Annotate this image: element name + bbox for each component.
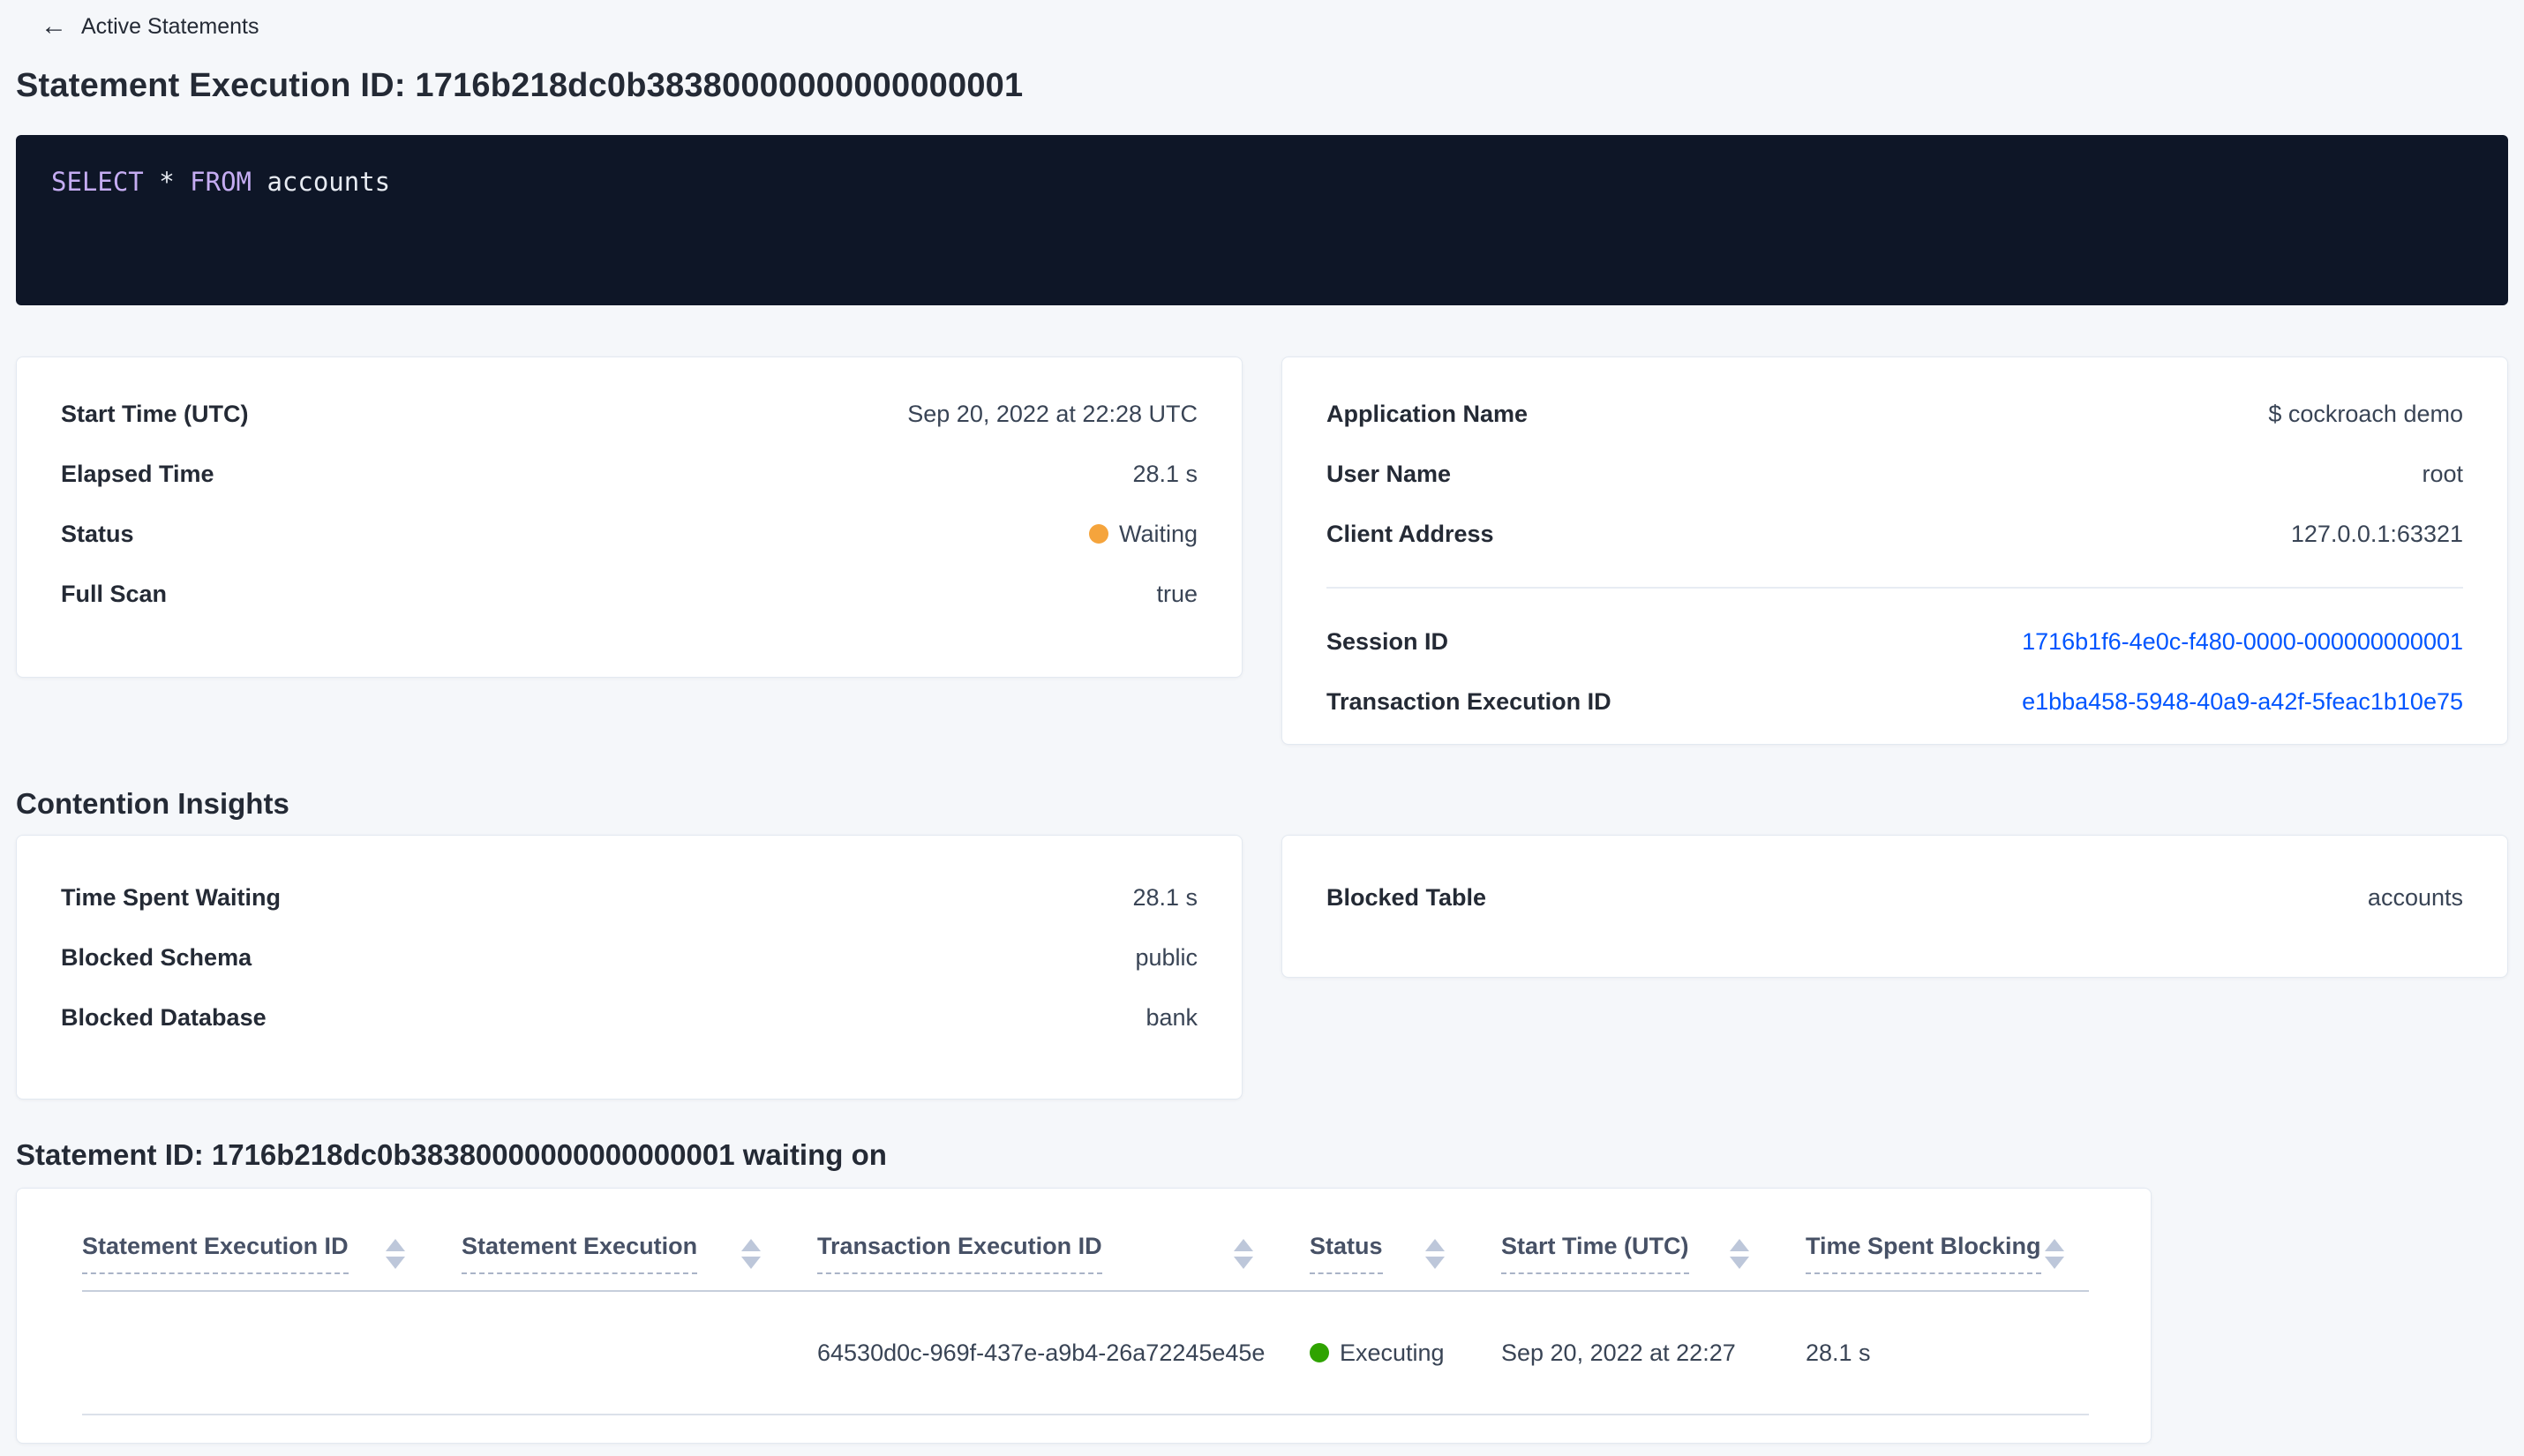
elapsed-time-value: 28.1 s bbox=[1132, 460, 1198, 487]
column-header-label: Start Time (UTC) bbox=[1501, 1233, 1689, 1274]
cell-status-value: Executing bbox=[1340, 1339, 1445, 1366]
statement-details-page: ← Active Statements Statement Execution … bbox=[0, 0, 2524, 1444]
full-scan-label: Full Scan bbox=[61, 580, 168, 607]
cell-time-spent-blocking: 28.1 s bbox=[1806, 1339, 1871, 1366]
blocked-table-label: Blocked Table bbox=[1326, 883, 1487, 911]
start-time-value: Sep 20, 2022 at 22:28 UTC bbox=[907, 400, 1198, 427]
transaction-execution-id-label: Transaction Execution ID bbox=[1326, 687, 1611, 715]
column-header-transaction-execution-id[interactable]: Transaction Execution ID bbox=[817, 1233, 1310, 1274]
sort-arrows-icon[interactable] bbox=[741, 1238, 761, 1269]
column-header-status[interactable]: Status bbox=[1310, 1233, 1501, 1274]
session-card: Application Name $ cockroach demo User N… bbox=[1281, 356, 2508, 745]
sort-arrows-icon[interactable] bbox=[1425, 1238, 1445, 1269]
table-row: 64530d0c-969f-437e-a9b4-26a72245e45e Exe… bbox=[82, 1292, 2089, 1415]
contention-cards-row: Time Spent Waiting 28.1 s Blocked Schema… bbox=[16, 835, 2508, 1100]
sort-arrows-icon[interactable] bbox=[1730, 1238, 1749, 1269]
executing-status-dot-icon bbox=[1310, 1343, 1329, 1362]
start-time-row: Start Time (UTC) Sep 20, 2022 at 22:28 U… bbox=[61, 384, 1198, 444]
waiting-status-dot-icon bbox=[1088, 524, 1108, 544]
session-card-divider bbox=[1326, 587, 2463, 589]
contention-insights-heading: Contention Insights bbox=[16, 787, 289, 820]
transaction-execution-id-row: Transaction Execution ID e1bba458-5948-4… bbox=[1326, 672, 2463, 732]
sql-keyword: SELECT bbox=[51, 167, 144, 197]
cell-start-time: Sep 20, 2022 at 22:27 bbox=[1501, 1339, 1736, 1366]
client-address-label: Client Address bbox=[1326, 520, 1494, 547]
user-name-value: root bbox=[2422, 460, 2463, 487]
waiting-on-heading: Statement ID: 1716b218dc0b38380000000000… bbox=[16, 1138, 887, 1171]
back-link[interactable]: ← Active Statements bbox=[41, 9, 2508, 44]
application-name-value: $ cockroach demo bbox=[2268, 400, 2463, 427]
contention-left-card: Time Spent Waiting 28.1 s Blocked Schema… bbox=[16, 835, 1243, 1100]
sort-arrows-icon[interactable] bbox=[386, 1238, 405, 1269]
status-value: Waiting bbox=[1118, 520, 1198, 547]
sql-statement-box: SELECT * FROM accounts bbox=[16, 135, 2508, 305]
user-name-row: User Name root bbox=[1326, 444, 2463, 504]
time-spent-waiting-value: 28.1 s bbox=[1132, 883, 1198, 911]
elapsed-time-row: Elapsed Time 28.1 s bbox=[61, 444, 1198, 504]
full-scan-row: Full Scan true bbox=[61, 564, 1198, 624]
page-title: Statement Execution ID: 1716b218dc0b3838… bbox=[16, 67, 1024, 104]
blocked-database-value: bank bbox=[1146, 1003, 1198, 1031]
elapsed-time-label: Elapsed Time bbox=[61, 460, 214, 487]
blocked-table-row: Blocked Table accounts bbox=[1326, 867, 2463, 927]
column-header-label: Statement Execution ID bbox=[82, 1233, 349, 1274]
column-header-label: Status bbox=[1310, 1233, 1383, 1274]
column-header-statement-execution[interactable]: Statement Execution bbox=[462, 1233, 817, 1274]
blocked-schema-row: Blocked Schema public bbox=[61, 927, 1198, 987]
session-id-link[interactable]: 1716b1f6-4e0c-f480-0000-000000000001 bbox=[2022, 628, 2463, 656]
application-name-label: Application Name bbox=[1326, 400, 1529, 427]
start-time-label: Start Time (UTC) bbox=[61, 400, 249, 427]
time-spent-waiting-label: Time Spent Waiting bbox=[61, 883, 282, 911]
back-link-label: Active Statements bbox=[81, 13, 259, 39]
client-address-value: 127.0.0.1:63321 bbox=[2290, 520, 2463, 547]
sort-arrows-icon[interactable] bbox=[2045, 1238, 2064, 1269]
status-label: Status bbox=[61, 520, 134, 547]
session-id-label: Session ID bbox=[1326, 627, 1449, 655]
sql-text: accounts bbox=[252, 167, 391, 197]
sql-text: * bbox=[143, 167, 191, 197]
cell-status: Executing bbox=[1310, 1340, 1501, 1367]
waiting-on-table: Statement Execution ID Statement Executi… bbox=[16, 1188, 2152, 1444]
back-arrow-icon: ← bbox=[41, 11, 67, 41]
column-header-time-spent-blocking[interactable]: Time Spent Blocking bbox=[1806, 1233, 2089, 1274]
blocked-database-label: Blocked Database bbox=[61, 1003, 267, 1031]
transaction-execution-id-link[interactable]: e1bba458-5948-40a9-a42f-5feac1b10e75 bbox=[2022, 688, 2463, 716]
overview-cards-row: Start Time (UTC) Sep 20, 2022 at 22:28 U… bbox=[16, 356, 2508, 745]
column-header-statement-execution-id[interactable]: Statement Execution ID bbox=[82, 1233, 462, 1274]
client-address-row: Client Address 127.0.0.1:63321 bbox=[1326, 504, 2463, 564]
status-row: Status Waiting bbox=[61, 504, 1198, 564]
blocked-schema-label: Blocked Schema bbox=[61, 943, 252, 971]
blocked-table-value: accounts bbox=[2367, 883, 2463, 911]
contention-right-card: Blocked Table accounts bbox=[1281, 835, 2508, 978]
full-scan-value: true bbox=[1156, 580, 1198, 607]
sql-keyword: FROM bbox=[190, 167, 252, 197]
column-header-label: Transaction Execution ID bbox=[817, 1233, 1102, 1274]
sort-arrows-icon[interactable] bbox=[1234, 1238, 1253, 1269]
overview-card: Start Time (UTC) Sep 20, 2022 at 22:28 U… bbox=[16, 356, 1243, 678]
column-header-start-time[interactable]: Start Time (UTC) bbox=[1501, 1233, 1806, 1274]
application-name-row: Application Name $ cockroach demo bbox=[1326, 384, 2463, 444]
user-name-label: User Name bbox=[1326, 460, 1452, 487]
column-header-label: Statement Execution bbox=[462, 1233, 698, 1274]
table-header-row: Statement Execution ID Statement Executi… bbox=[82, 1189, 2089, 1292]
blocked-database-row: Blocked Database bank bbox=[61, 987, 1198, 1047]
column-header-label: Time Spent Blocking bbox=[1806, 1233, 2041, 1274]
cell-transaction-execution-id: 64530d0c-969f-437e-a9b4-26a72245e45e bbox=[817, 1339, 1266, 1366]
blocked-schema-value: public bbox=[1135, 943, 1198, 971]
time-spent-waiting-row: Time Spent Waiting 28.1 s bbox=[61, 867, 1198, 927]
status-badge: Waiting bbox=[1088, 520, 1198, 548]
session-id-row: Session ID 1716b1f6-4e0c-f480-0000-00000… bbox=[1326, 612, 2463, 672]
